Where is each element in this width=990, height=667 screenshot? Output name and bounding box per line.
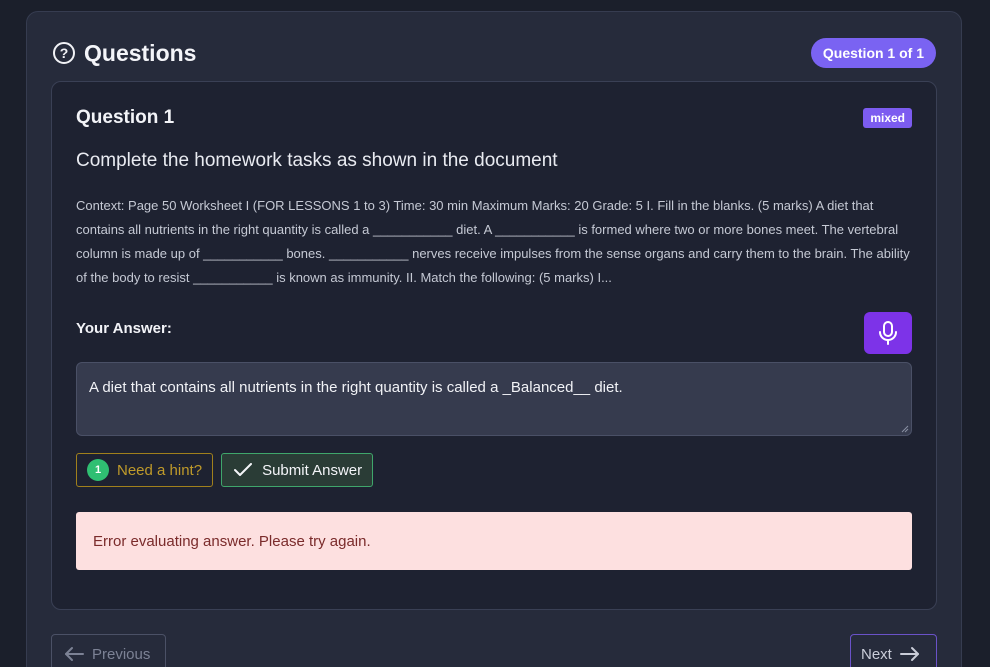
question-counter-badge: Question 1 of 1	[810, 38, 936, 68]
previous-button[interactable]: Previous	[51, 634, 166, 667]
question-context: Context: Page 50 Worksheet I (FOR LESSON…	[76, 198, 910, 285]
submit-label: Submit Answer	[262, 461, 363, 479]
previous-label: Previous	[92, 645, 151, 663]
question-header: Question 1 mixed	[76, 107, 912, 129]
page-title: Questions	[84, 39, 197, 66]
answer-label: Your Answer:	[76, 320, 172, 337]
resize-grip-icon[interactable]	[901, 425, 909, 433]
hint-count-badge: 1	[87, 459, 109, 481]
answer-textarea[interactable]: A diet that contains all nutrients in th…	[76, 362, 912, 436]
hint-button[interactable]: 1 Need a hint?	[76, 453, 214, 487]
hint-label: Need a hint?	[117, 461, 203, 479]
answer-text: A diet that contains all nutrients in th…	[89, 379, 623, 396]
question-circle-icon: ?	[53, 42, 75, 64]
arrow-left-icon	[65, 647, 84, 661]
question-card: Question 1 mixed Complete the homework t…	[51, 81, 937, 610]
answer-actions: 1 Need a hint? Submit Answer	[76, 453, 374, 487]
question-label: Question 1	[76, 107, 175, 128]
question-text: Complete the homework tasks as shown in …	[76, 150, 558, 171]
microphone-button[interactable]	[864, 312, 912, 354]
header-title-group: ? Questions	[53, 40, 196, 67]
arrow-right-icon	[899, 647, 919, 661]
question-type-badge: mixed	[863, 108, 912, 128]
submit-answer-button[interactable]: Submit Answer	[221, 453, 374, 487]
checkmark-icon	[234, 463, 253, 476]
panel-header: ? Questions Question 1 of 1	[53, 38, 936, 68]
questions-panel: ? Questions Question 1 of 1 Question 1 m…	[26, 11, 962, 667]
microphone-icon	[879, 321, 897, 345]
error-message: Error evaluating answer. Please try agai…	[76, 512, 912, 570]
next-button[interactable]: Next	[850, 634, 937, 667]
next-label: Next	[861, 645, 892, 663]
